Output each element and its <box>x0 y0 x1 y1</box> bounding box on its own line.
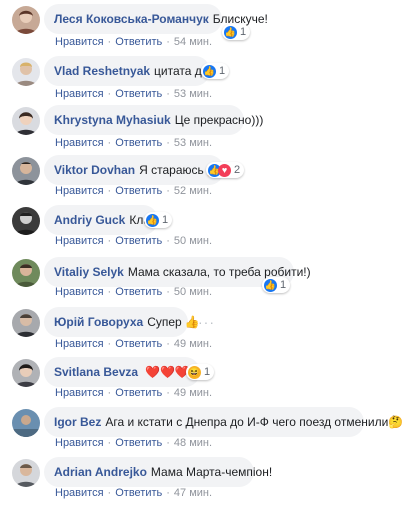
comment-bubble: Viktor Dovhan Я стараюсь 🙇 <box>44 155 224 185</box>
reply-link[interactable]: Ответить <box>115 437 162 449</box>
comment-bubble: Igor Bez Ага и кстати с Днепра до И-Ф че… <box>44 407 403 437</box>
comment-author[interactable]: Svitlana Bevza <box>54 365 138 379</box>
comment-author[interactable]: Viktor Dovhan <box>54 163 135 177</box>
avatar[interactable] <box>12 359 40 387</box>
comment-time[interactable]: 50 мин. <box>174 286 212 298</box>
reply-link[interactable]: Ответить <box>115 487 162 499</box>
comment-text: Ага и кстати с Днепра до И-Ф чего поезд … <box>105 415 389 429</box>
comment-author[interactable]: Vitaliy Selyk <box>54 265 124 279</box>
reply-link[interactable]: Ответить <box>115 137 162 149</box>
comment-time[interactable]: 50 мин. <box>174 235 212 247</box>
reaction-count[interactable]: 👍 1 <box>222 24 251 40</box>
comment-item: Andriy Guck Клас 👍 1 Нравится · Ответить · 5… <box>0 205 413 255</box>
haha-icon: 😆 <box>188 365 201 379</box>
reply-link[interactable]: Ответить <box>115 36 162 48</box>
avatar[interactable] <box>12 309 40 337</box>
heart-icon: ♥ <box>218 163 231 177</box>
like-link[interactable]: Нравится <box>55 235 104 247</box>
comment-bubble: Vitaliy Selyk Мама сказала, то треба роб… <box>44 257 311 287</box>
comment-time[interactable]: 53 мин. <box>174 137 212 149</box>
like-icon: 👍 <box>224 25 237 39</box>
avatar[interactable] <box>12 157 40 185</box>
reply-link[interactable]: Ответить <box>115 286 162 298</box>
comment-bubble: Adrian Andrejko Мама Марта-чемпіон! <box>44 457 272 487</box>
reply-link[interactable]: Ответить <box>115 88 162 100</box>
comment-bubble: Юрій Говоруха Супер 👍 <box>44 307 200 337</box>
like-icon: 👍 <box>203 64 216 78</box>
comment-author[interactable]: Vlad Reshetnyak <box>54 64 150 78</box>
like-icon: 👍 <box>264 278 277 292</box>
comment-item: Vitaliy Selyk Мама сказала, то треба роб… <box>0 257 413 307</box>
avatar[interactable] <box>12 259 40 287</box>
reply-link[interactable]: Ответить <box>115 387 162 399</box>
comment-bubble: Andriy Guck Клас <box>44 205 158 235</box>
comment-author[interactable]: Adrian Andrejko <box>54 465 147 479</box>
comment-item: Viktor Dovhan Я стараюсь 🙇 👍 ♥ 2 Нравитс… <box>0 155 413 205</box>
comment-time[interactable]: 52 мин. <box>174 185 212 197</box>
avatar[interactable] <box>12 459 40 487</box>
like-link[interactable]: Нравится <box>55 137 104 149</box>
comment-actions: Нравится · Ответить · 49 мин. <box>55 338 213 350</box>
more-options-icon[interactable]: ··· <box>198 314 215 330</box>
comment-time[interactable]: 49 мин. <box>174 387 212 399</box>
reaction-count[interactable]: 👍 1 <box>144 212 173 228</box>
comment-time[interactable]: 47 мин. <box>174 487 212 499</box>
comment-author[interactable]: Khrystyna Myhasiuk <box>54 113 171 127</box>
comment-bubble: Khrystyna Myhasiuk Це прекрасно))) <box>44 105 263 135</box>
comment-bubble: Vlad Reshetnyak цитата дня) <box>44 56 219 86</box>
avatar[interactable] <box>12 107 40 135</box>
comment-actions: Нравится · Ответить · 50 мин. <box>55 235 213 247</box>
reply-link[interactable]: Ответить <box>115 235 162 247</box>
comment-time[interactable]: 48 мин. <box>174 437 212 449</box>
avatar[interactable] <box>12 58 40 86</box>
like-link[interactable]: Нравится <box>55 387 104 399</box>
comment-author[interactable]: Andriy Guck <box>54 213 125 227</box>
emoji: 🤔 <box>388 415 404 429</box>
like-icon: 👍 <box>146 213 159 227</box>
avatar[interactable] <box>12 409 40 437</box>
comment-text: Я стараюсь <box>139 163 204 177</box>
comment-text: Супер <box>147 315 182 329</box>
comment-actions: Нравится · Ответить · 53 мин. <box>55 137 213 149</box>
comment-text: Мама Марта-чемпіон! <box>150 465 273 479</box>
reply-link[interactable]: Ответить <box>115 338 162 350</box>
like-link[interactable]: Нравится <box>55 487 104 499</box>
comment-author[interactable]: Igor Bez <box>54 415 101 429</box>
comment-actions: Нравится · Ответить · 53 мин. <box>55 88 213 100</box>
comment-actions: Нравится · Ответить · 48 мин. <box>55 437 213 449</box>
comment-item: Igor Bez Ага и кстати с Днепра до И-Ф че… <box>0 407 413 457</box>
like-link[interactable]: Нравится <box>55 88 104 100</box>
comment-actions: Нравится · Ответить · 54 мин. <box>55 36 213 48</box>
reaction-count[interactable]: 👍 ♥ 2 <box>206 162 245 178</box>
comment-item: Svitlana Bevza ❤️❤️❤️😂 😆 1 Нравится · Отве… <box>0 357 413 407</box>
reply-link[interactable]: Ответить <box>115 185 162 197</box>
comment-time[interactable]: 53 мин. <box>174 88 212 100</box>
like-link[interactable]: Нравится <box>55 437 104 449</box>
avatar[interactable] <box>12 6 40 34</box>
like-link[interactable]: Нравится <box>55 185 104 197</box>
comment-actions: Нравится · Ответить · 52 мин. <box>55 185 213 197</box>
reaction-count[interactable]: 😆 1 <box>186 364 215 380</box>
comment-item: Vlad Reshetnyak цитата дня) 👍 1 Нравится… <box>0 56 413 106</box>
comment-bubble: Леся Коковська-Романчук Блискуче! <box>44 4 268 34</box>
like-link[interactable]: Нравится <box>55 286 104 298</box>
reaction-count[interactable]: 👍 1 <box>201 63 230 79</box>
comment-item: Леся Коковська-Романчук Блискуче! 👍 1 Нр… <box>0 4 413 54</box>
reaction-count[interactable]: 👍 1 <box>262 277 291 293</box>
comment-actions: Нравится · Ответить · 50 мин. <box>55 286 213 298</box>
comment-author[interactable]: Юрій Говоруха <box>54 315 143 329</box>
comment-actions: Нравится · Ответить · 47 мин. <box>55 487 213 499</box>
comment-actions: Нравится · Ответить · 49 мин. <box>55 387 213 399</box>
comment-author[interactable]: Леся Коковська-Романчук <box>54 12 209 26</box>
comment-item: Khrystyna Myhasiuk Це прекрасно))) Нрави… <box>0 105 413 155</box>
like-link[interactable]: Нравится <box>55 36 104 48</box>
comment-time[interactable]: 49 мин. <box>174 338 212 350</box>
comment-bubble: Svitlana Bevza ❤️❤️❤️😂 <box>44 357 205 387</box>
comment-item: Юрій Говоруха Супер 👍 ··· Нравится · Ответ… <box>0 307 413 357</box>
comment-text: Це прекрасно))) <box>174 113 264 127</box>
comment-time[interactable]: 54 мин. <box>174 36 212 48</box>
avatar[interactable] <box>12 207 40 235</box>
like-link[interactable]: Нравится <box>55 338 104 350</box>
